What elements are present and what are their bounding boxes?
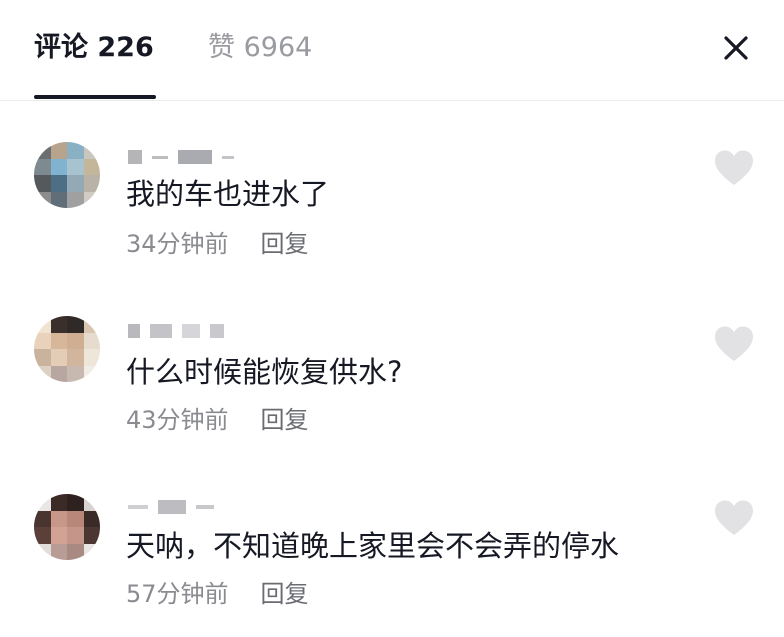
like-button[interactable] (712, 324, 756, 364)
comment-item: 天呐，不知道晚上家里会不会弄的停水 57分钟前 回复 (0, 482, 784, 632)
close-icon (724, 36, 748, 60)
comment-time: 34分钟前 (126, 230, 229, 258)
close-button[interactable] (716, 28, 756, 68)
avatar[interactable] (34, 316, 100, 382)
heart-outline-icon (715, 326, 753, 361)
comment-time: 57分钟前 (126, 580, 229, 608)
username-redacted[interactable] (128, 496, 278, 518)
username-redacted[interactable] (128, 320, 278, 342)
username-redacted[interactable] (128, 146, 278, 168)
like-button[interactable] (712, 498, 756, 538)
comment-text: 什么时候能恢复供水? (126, 355, 403, 389)
tab-likes[interactable]: 赞 6964 (208, 28, 312, 68)
avatar[interactable] (34, 494, 100, 560)
reply-button[interactable]: 回复 (261, 580, 309, 608)
like-button[interactable] (712, 148, 756, 188)
heart-outline-icon (715, 500, 753, 535)
avatar[interactable] (34, 142, 100, 208)
comment-text: 天呐，不知道晚上家里会不会弄的停水 (126, 529, 620, 563)
tab-comments[interactable]: 评论 226 (34, 28, 154, 68)
reply-button[interactable]: 回复 (261, 406, 309, 434)
comment-meta: 34分钟前 回复 (126, 228, 309, 260)
comment-meta: 43分钟前 回复 (126, 404, 309, 436)
comment-item: 什么时候能恢复供水? 43分钟前 回复 (0, 304, 784, 454)
comment-panel-header: 评论 226 赞 6964 (0, 0, 784, 101)
comment-meta: 57分钟前 回复 (126, 578, 309, 610)
comment-time: 43分钟前 (126, 406, 229, 434)
heart-outline-icon (715, 150, 753, 185)
comment-text: 我的车也进水了 (126, 177, 330, 211)
active-tab-indicator (34, 95, 156, 99)
comment-item: 我的车也进水了 34分钟前 回复 (0, 128, 784, 278)
reply-button[interactable]: 回复 (261, 230, 309, 258)
